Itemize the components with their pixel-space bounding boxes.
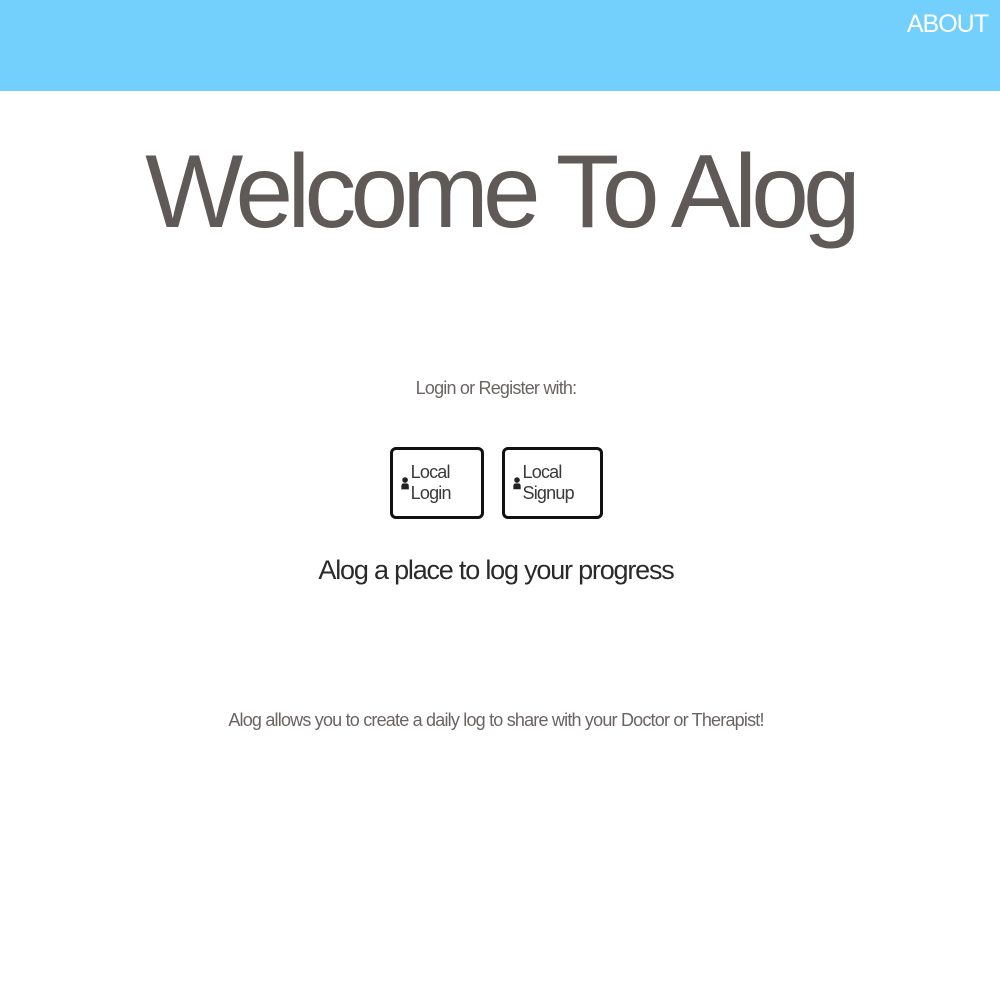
user-icon [400,477,409,490]
local-signup-label: Local Signup [522,462,575,503]
local-login-label: Local Login [410,462,452,503]
local-login-button[interactable]: Local Login [389,447,484,519]
auth-buttons: Local Login Local Signup [0,447,992,519]
about-link[interactable]: ABOUT [907,10,989,39]
tagline: Alog a place to log your progress [318,555,674,585]
user-icon [512,477,521,490]
local-signup-button[interactable]: Local Signup [501,447,603,519]
top-navbar: ABOUT [0,0,1000,91]
login-prompt: Login or Register with: [415,378,577,398]
description: Alog allows you to create a daily log to… [228,710,764,730]
page-title: Welcome To Alog [145,134,861,250]
